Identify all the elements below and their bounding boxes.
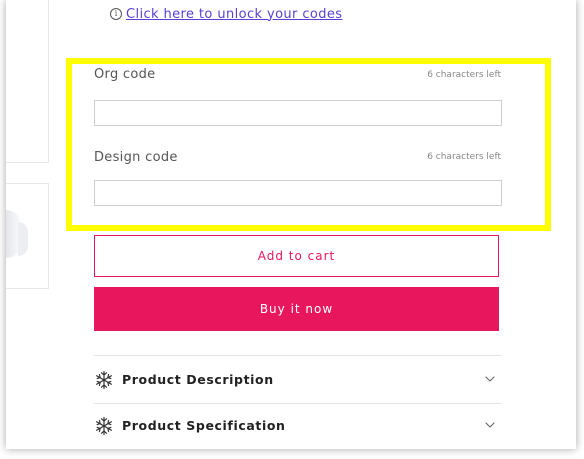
design-code-label: Design code: [94, 150, 178, 165]
org-code-label: Org code: [94, 67, 156, 82]
chevron-down-icon: [485, 376, 495, 382]
chevron-down-icon: [485, 422, 495, 428]
screenshot-stage: i Click here to unlock your codes Org co…: [0, 0, 584, 459]
info-icon: i: [110, 8, 122, 20]
product-thumbnail-detail: [18, 222, 28, 256]
snowflake-icon: [95, 370, 112, 390]
org-code-input[interactable]: [94, 100, 502, 126]
snowflake-icon: [95, 416, 112, 436]
accordion-title: Product Description: [122, 372, 274, 387]
left-gallery-panel: [6, 0, 49, 163]
accordion-title: Product Specification: [122, 418, 286, 433]
unlock-codes-row: i Click here to unlock your codes: [110, 4, 342, 24]
design-code-input[interactable]: [94, 180, 502, 206]
product-form-card: i Click here to unlock your codes Org co…: [6, 0, 576, 449]
add-to-cart-button[interactable]: Add to cart: [94, 235, 499, 277]
accordion-product-specification[interactable]: Product Specification: [94, 403, 502, 449]
buy-it-now-button[interactable]: Buy it now: [94, 287, 499, 331]
accordion-product-description[interactable]: Product Description: [94, 357, 502, 403]
design-code-counter: 6 characters left: [427, 152, 501, 162]
divider: [94, 355, 502, 356]
unlock-codes-link[interactable]: Click here to unlock your codes: [126, 7, 342, 22]
org-code-counter: 6 characters left: [427, 70, 501, 80]
